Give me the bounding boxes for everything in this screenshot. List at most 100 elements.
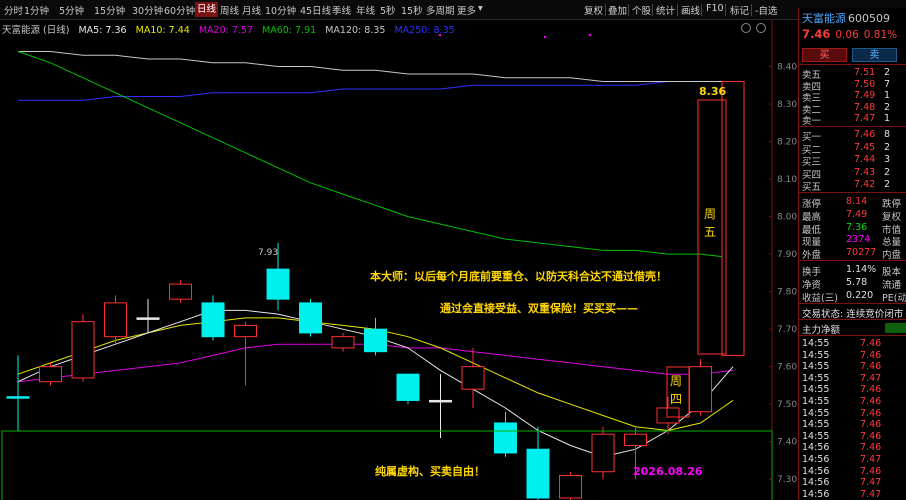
period-monthly[interactable]: 月线	[242, 3, 261, 17]
magenta-dot	[588, 33, 592, 37]
stat-row: 净资 5.78 流通	[802, 276, 902, 291]
tool-stats[interactable]: 统计	[656, 3, 675, 17]
period-45day[interactable]: 45日线	[300, 3, 331, 17]
y-tick-label: 8.10	[777, 175, 797, 185]
tick-row: 14:55 7.46	[802, 338, 882, 349]
divider	[799, 319, 906, 320]
ask-row: 卖五 7.51 2	[802, 67, 891, 81]
period-5min[interactable]: 5分钟	[59, 3, 84, 17]
tick-row: 14:55 7.46	[802, 349, 882, 361]
y-tick-label: 7.30	[777, 475, 797, 485]
period-more[interactable]: 更多	[457, 3, 476, 17]
candle-body	[721, 81, 745, 356]
y-tick-label: 7.40	[777, 438, 797, 448]
tick-row: 14:55 7.46	[802, 419, 882, 431]
ask-row: 卖一 7.47 1	[802, 113, 891, 127]
magenta-dot	[438, 33, 442, 37]
toolbar-divider	[605, 4, 606, 16]
tool-overlay[interactable]: 叠加	[608, 3, 627, 17]
ask-row: 卖二 7.48 2	[802, 101, 891, 116]
divider	[799, 64, 906, 65]
period-10min[interactable]: 10分钟	[265, 3, 296, 17]
period-60min[interactable]: 60分钟	[164, 3, 195, 17]
price-change: 0.06	[835, 29, 859, 41]
annotation-main: 本大师：以后每个月底前要重仓、以防天科合达不通过借壳！	[370, 269, 667, 283]
buy-button[interactable]: 买	[802, 48, 847, 62]
period-toolbar: 分时 1分钟 5分钟 15分钟 30分钟 60分钟 日线 周线 月线 10分钟 …	[0, 0, 906, 20]
toolbar-divider	[701, 4, 702, 16]
period-15min[interactable]: 15分钟	[94, 3, 125, 17]
quote-panel: 天富能源 600509 7.46 0.06 0.81% 买 卖 卖五 7.51 2 卖四 7.…	[798, 8, 906, 500]
y-tick-label: 8.20	[777, 138, 797, 148]
bid-row: 买三 7.44 3	[802, 154, 891, 168]
tool-watchlist[interactable]: -自选	[755, 3, 777, 17]
period-weekly[interactable]: 周线	[220, 3, 239, 17]
tool-f10[interactable]: F10	[706, 3, 724, 14]
bid-row: 买五 7.42 2	[802, 179, 891, 193]
period-5sec[interactable]: 5秒	[380, 3, 396, 17]
candle-body	[71, 321, 95, 379]
tick-row: 14:55 7.46	[802, 396, 882, 407]
magenta-dot	[543, 35, 547, 39]
y-tick-label: 7.90	[777, 250, 797, 260]
candle-body	[429, 399, 452, 403]
toolbar-divider	[725, 4, 726, 16]
price-row: 7.46 0.06 0.81%	[802, 27, 902, 41]
tick-row: 14:55 7.46	[802, 407, 882, 419]
y-tick-label: 7.60	[777, 363, 797, 373]
stock-name: 天富能源	[802, 12, 846, 25]
dropdown-arrow-icon[interactable]: ▾	[478, 3, 483, 14]
peak-label: 8.36	[699, 85, 726, 98]
annotation-disclaimer: 纯属虚构、买卖自由！	[375, 464, 485, 478]
candle-body	[656, 407, 680, 424]
last-price: 7.46	[802, 27, 831, 41]
toolbar-divider	[751, 4, 752, 16]
y-tick-label: 8.00	[777, 213, 797, 223]
period-fenshi[interactable]: 分时	[4, 3, 23, 17]
sell-button[interactable]: 卖	[852, 48, 897, 62]
period-daily[interactable]: 日线	[195, 2, 219, 17]
candle-body	[624, 433, 647, 446]
divider	[799, 192, 906, 193]
candle-body	[591, 433, 615, 473]
box-label-friday-1: 周	[704, 207, 716, 221]
trade-status: 交易状态: 连续竞价闭市	[802, 309, 904, 320]
period-15sec[interactable]: 15秒	[401, 3, 423, 17]
period-multi[interactable]: 多周期	[426, 3, 455, 17]
annotation-second: 通过会直接受益、双重保险！买买买——	[440, 301, 638, 315]
divider	[799, 126, 906, 127]
ask-row: 卖四 7.50 7	[802, 78, 891, 93]
tick-row: 14:55 7.46	[802, 361, 882, 373]
period-1min[interactable]: 1分钟	[24, 3, 49, 17]
tool-fuquan[interactable]: 复权	[584, 3, 603, 17]
candle-body	[169, 283, 192, 300]
divider	[799, 335, 906, 336]
stat-row: 最低 7.36 市值	[802, 221, 902, 236]
period-yearly[interactable]: 年线	[356, 3, 375, 17]
y-tick-label: 8.30	[777, 100, 797, 110]
period-30min[interactable]: 30分钟	[132, 3, 163, 17]
ask-row: 卖三 7.49 1	[802, 90, 891, 104]
net-inflow-bar	[885, 323, 906, 333]
candle-body	[201, 302, 225, 338]
y-tick-label: 7.70	[777, 325, 797, 335]
candle-body	[364, 328, 387, 353]
candle-body	[6, 396, 30, 399]
candle-body	[331, 336, 355, 349]
toolbar-divider	[677, 4, 678, 16]
tool-draw[interactable]: 画线	[681, 3, 700, 17]
kline-chart[interactable]: 天富能源 (日线) MA5: 7.36 MA10: 7.44 MA20: 7.5…	[0, 20, 798, 500]
tick-row: 14:55 7.46	[802, 430, 882, 442]
tool-multi-stock[interactable]: 个股	[632, 3, 651, 17]
tick-row: 14:56 7.47	[802, 488, 882, 500]
annotation-date: 2026.08.26	[633, 465, 703, 478]
tool-mark[interactable]: 标记	[730, 3, 749, 17]
ma60-line	[17, 51, 734, 259]
y-tick-label: 7.50	[777, 400, 797, 410]
candle-body	[461, 366, 485, 390]
stat-row: 涨停 8.14 跌停	[802, 196, 902, 210]
y-tick-label: 7.80	[777, 288, 797, 298]
period-quarterly[interactable]: 季线	[332, 3, 351, 17]
toolbar-divider	[628, 4, 629, 16]
stock-code: 600509	[848, 12, 890, 25]
